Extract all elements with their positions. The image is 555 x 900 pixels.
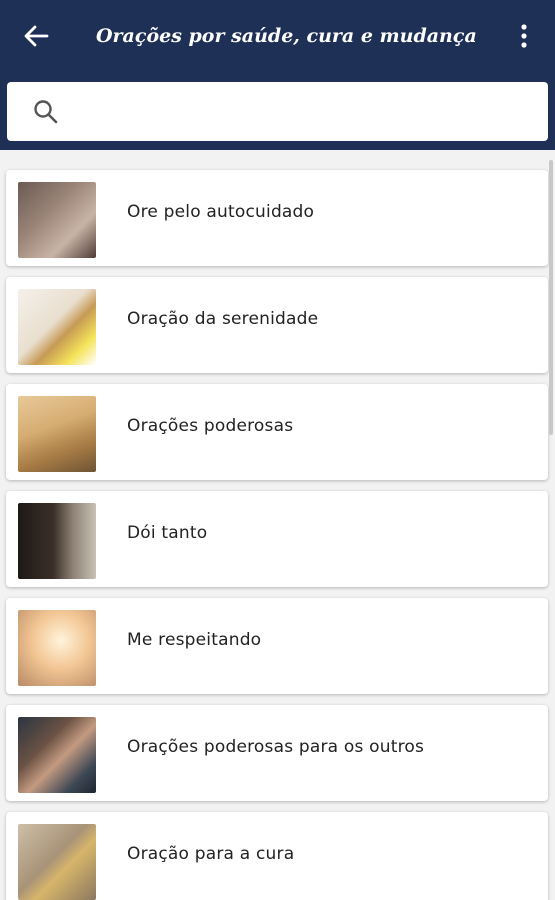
list-scrollbar[interactable] [549, 160, 553, 435]
list-item-label: Oração da serenidade [127, 309, 319, 329]
page-title: Orações por saúde, cura e mudança [96, 25, 477, 47]
list-item-label: Dói tanto [127, 523, 208, 543]
list-item[interactable]: Oração para a cura [6, 812, 548, 900]
more-vertical-icon [521, 24, 527, 48]
list-item[interactable]: Orações poderosas [6, 384, 548, 480]
list-item-thumbnail [18, 182, 96, 258]
list-item-thumbnail [18, 610, 96, 686]
list-item-label: Me respeitando [127, 630, 262, 650]
arrow-left-icon [24, 25, 49, 47]
list-item-thumbnail [18, 396, 96, 472]
prayer-list: Ore pelo autocuidado Oração da serenidad… [0, 150, 555, 900]
list-item-thumbnail [18, 289, 96, 365]
list-item-label: Orações poderosas [127, 416, 294, 436]
list-item-label: Ore pelo autocuidado [127, 202, 315, 222]
list-item[interactable]: Orações poderosas para os outros [6, 705, 548, 801]
app-bar: Orações por saúde, cura e mudança [0, 0, 555, 150]
list-item-thumbnail [18, 503, 96, 579]
search-bar [7, 82, 548, 141]
list-item[interactable]: Me respeitando [6, 598, 548, 694]
list-item[interactable]: Ore pelo autocuidado [6, 170, 548, 266]
list-item-label: Oração para a cura [127, 844, 295, 864]
search-input[interactable] [77, 92, 537, 132]
list-item[interactable]: Oração da serenidade [6, 277, 548, 373]
list-item-thumbnail [18, 824, 96, 900]
list-item-thumbnail [18, 717, 96, 793]
back-button[interactable] [18, 20, 54, 52]
search-icon[interactable] [32, 98, 60, 126]
list-item[interactable]: Dói tanto [6, 491, 548, 587]
list-item-label: Orações poderosas para os outros [127, 737, 425, 757]
overflow-menu-button[interactable] [508, 20, 540, 52]
